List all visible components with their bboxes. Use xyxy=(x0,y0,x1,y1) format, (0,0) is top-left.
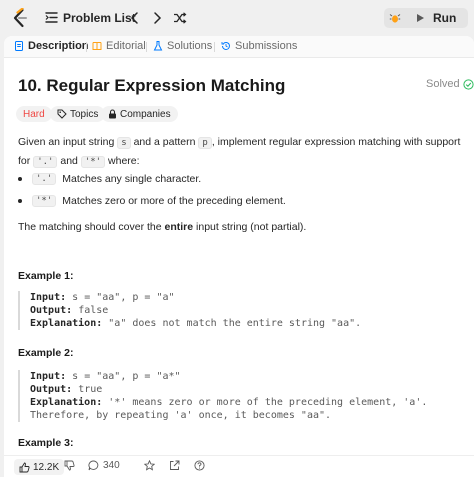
run-label: Run xyxy=(433,11,457,25)
explanation-label: Explanation: xyxy=(30,318,103,329)
random-problem-button[interactable] xyxy=(171,9,189,27)
example-heading: Example 2: xyxy=(18,347,74,359)
tab-divider xyxy=(86,42,87,52)
difficulty-label: Hard xyxy=(23,108,45,120)
bullet-text: Matches any single character. xyxy=(62,173,202,185)
next-problem-button[interactable] xyxy=(148,9,166,27)
star-icon xyxy=(144,460,155,471)
coverage-text: input string (not partial). xyxy=(196,221,307,233)
difficulty-badge[interactable]: Hard xyxy=(16,106,52,122)
tab-submissions-label: Submissions xyxy=(235,40,298,52)
coverage-text: The matching should cover the xyxy=(18,221,162,233)
comments-button[interactable]: 340 xyxy=(88,460,120,471)
like-button[interactable]: 12.2K xyxy=(14,459,65,475)
question-circle-icon xyxy=(194,460,205,471)
output-value: true xyxy=(78,384,103,395)
history-icon xyxy=(221,41,230,50)
explanation-value: '*' means zero or more of the preceding … xyxy=(108,397,428,408)
solved-label: Solved xyxy=(426,78,460,90)
tab-description[interactable]: Description xyxy=(14,40,89,52)
explanation-label: Explanation: xyxy=(30,397,103,408)
bottom-bar: 12.2K 340 xyxy=(4,455,474,477)
input-value: s = "aa", p = "a*" xyxy=(72,371,181,382)
dislike-button[interactable] xyxy=(64,460,75,471)
inline-code: p xyxy=(198,137,212,149)
inline-code: '.' xyxy=(32,173,57,185)
tab-solutions-label: Solutions xyxy=(167,40,213,52)
leetcode-logo-icon[interactable] xyxy=(10,8,30,28)
input-label: Input: xyxy=(30,292,67,303)
problem-list-icon[interactable] xyxy=(45,11,58,24)
like-count: 12.2K xyxy=(33,461,60,473)
help-button[interactable] xyxy=(194,460,205,471)
comment-count: 340 xyxy=(103,460,120,471)
bullet-dot xyxy=(18,199,22,203)
example-block: Input: s = "aa", p = "a*" Output: true E… xyxy=(18,370,466,422)
companies-chip[interactable]: Companies xyxy=(101,106,178,122)
thumbs-down-icon xyxy=(64,460,75,471)
coverage-bold: entire xyxy=(164,221,194,233)
input-label: Input: xyxy=(30,371,67,382)
inline-code: s xyxy=(117,137,131,149)
coverage-note: The matching should cover the entire inp… xyxy=(18,218,466,236)
tab-editorial-label: Editorial xyxy=(106,40,146,52)
example-heading: Example 3: xyxy=(18,437,74,449)
tab-description-label: Description xyxy=(28,40,89,52)
problem-list-link[interactable]: Problem List xyxy=(63,11,136,25)
tag-icon xyxy=(57,109,67,119)
lock-icon xyxy=(109,109,116,119)
thumbs-up-icon xyxy=(19,462,30,472)
tab-solutions[interactable]: Solutions xyxy=(153,40,212,52)
share-icon xyxy=(170,460,180,470)
tab-submissions[interactable]: Submissions xyxy=(221,40,297,52)
companies-label: Companies xyxy=(120,108,171,120)
problem-title: 10. Regular Expression Matching xyxy=(18,76,286,95)
explanation-value: Therefore, by repeating 'a' once, it bec… xyxy=(30,410,332,421)
bullet-dot xyxy=(18,177,22,181)
document-icon xyxy=(15,41,23,51)
list-item: '.' Matches any single character. xyxy=(18,173,201,185)
flask-icon xyxy=(153,41,163,51)
output-label: Output: xyxy=(30,384,73,395)
description-panel: Description Editorial Solutions Submissi… xyxy=(4,36,474,477)
book-icon xyxy=(92,42,102,50)
play-icon xyxy=(417,14,424,22)
inline-code: '*' xyxy=(32,195,57,207)
favorite-button[interactable] xyxy=(144,460,155,471)
chevron-left-icon xyxy=(130,12,138,24)
check-circle-icon xyxy=(463,78,474,90)
debug-button[interactable] xyxy=(384,8,406,28)
output-value: false xyxy=(78,305,109,316)
desc-text: where: xyxy=(108,155,140,167)
list-item: '*' Matches zero or more of the precedin… xyxy=(18,195,286,207)
solved-status: Solved xyxy=(426,78,474,90)
output-label: Output: xyxy=(30,305,73,316)
top-bar: Problem List Run xyxy=(0,0,474,36)
desc-text: Given an input string xyxy=(18,136,115,148)
shuffle-icon xyxy=(174,12,187,24)
inline-code: '.' xyxy=(33,156,58,168)
tab-editorial[interactable]: Editorial xyxy=(92,40,146,52)
tab-divider xyxy=(214,42,215,52)
share-button[interactable] xyxy=(169,460,180,471)
inline-code: '*' xyxy=(80,156,106,168)
comment-icon xyxy=(88,460,99,471)
desc-text: and a pattern xyxy=(133,136,196,148)
tab-bar: Description Editorial Solutions Submissi… xyxy=(4,36,474,58)
previous-problem-button[interactable] xyxy=(126,9,144,27)
bullet-text: Matches zero or more of the preceding el… xyxy=(62,195,286,207)
explanation-value: "a" does not match the entire string "aa… xyxy=(108,318,362,329)
problem-description: Given an input string s and a pattern p,… xyxy=(18,133,466,171)
desc-text: and xyxy=(60,155,78,167)
example-heading: Example 1: xyxy=(18,270,74,282)
input-value: s = "aa", p = "a" xyxy=(72,292,175,303)
bug-icon xyxy=(389,14,401,23)
topics-chip[interactable]: Topics xyxy=(50,106,106,122)
chevron-right-icon xyxy=(154,12,162,24)
tab-divider xyxy=(146,42,147,52)
run-button[interactable]: Run xyxy=(406,8,468,28)
example-block: Input: s = "aa", p = "a" Output: false E… xyxy=(18,291,466,330)
topics-label: Topics xyxy=(70,108,99,120)
